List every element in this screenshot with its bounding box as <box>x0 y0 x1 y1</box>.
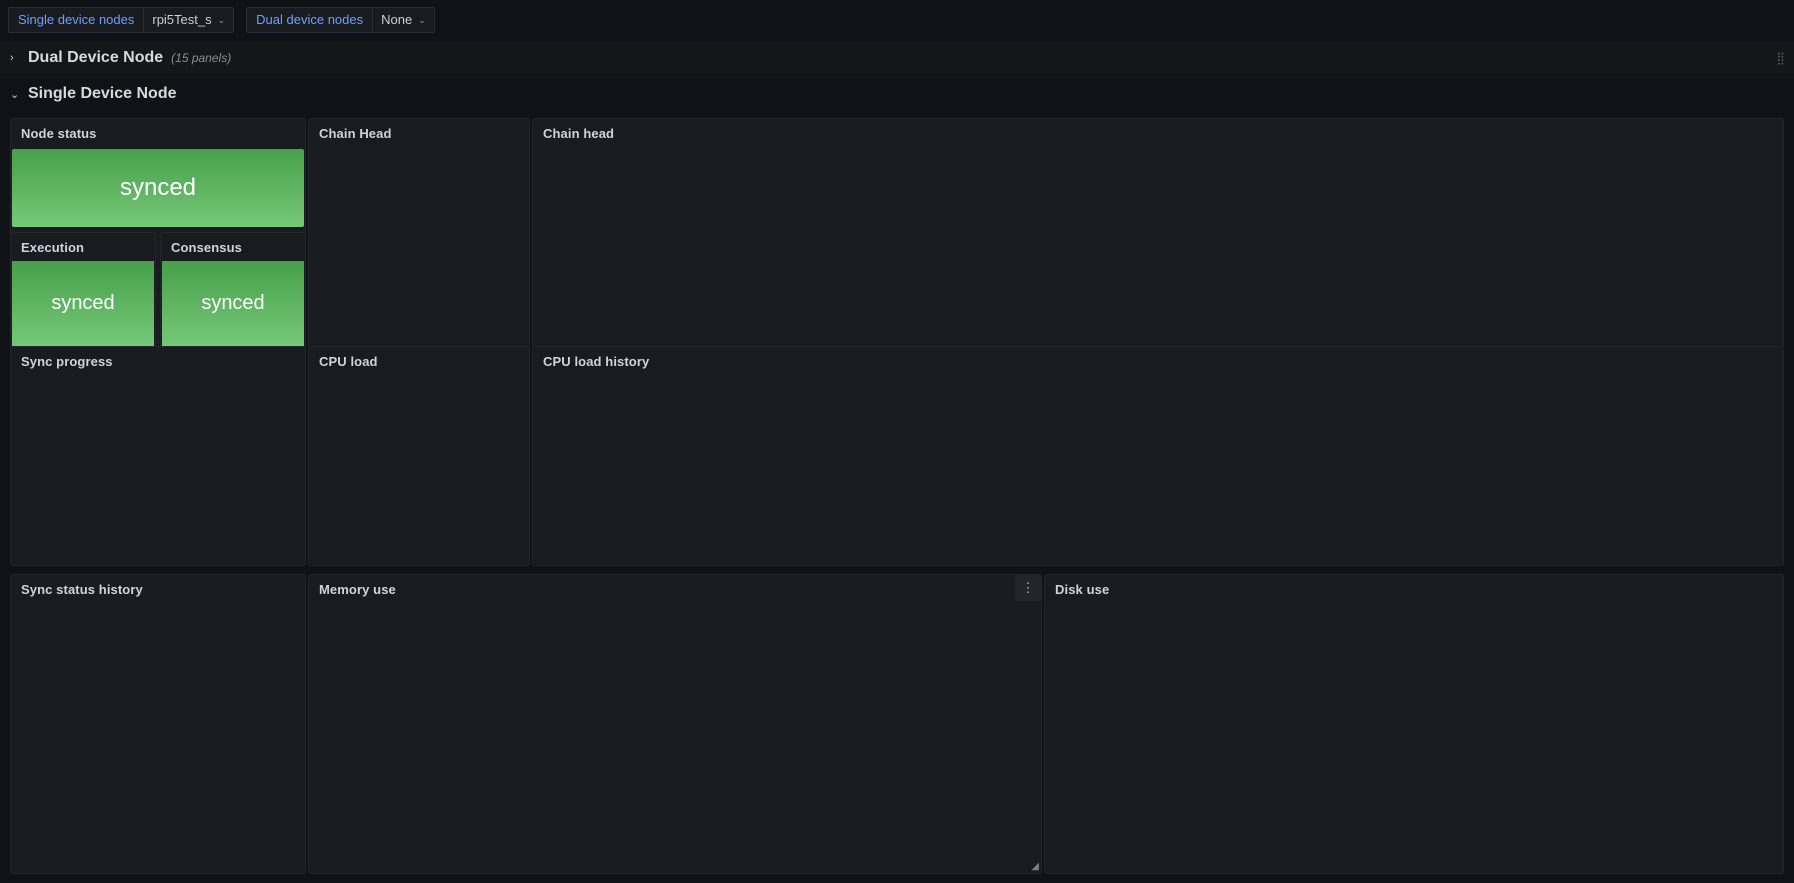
execution-status-text: synced <box>51 292 115 314</box>
consensus-status-text: synced <box>201 292 265 314</box>
chevron-right-icon: › <box>10 52 14 64</box>
row-panel-count: (15 panels) <box>171 51 232 65</box>
panel-chain-head-graph: Chain head <box>532 118 1784 348</box>
gauge-cpu-load <box>309 373 529 565</box>
row-drag-handle-icon[interactable]: ⣿ <box>1776 52 1786 64</box>
variable-value-text-single: rpi5Test_s <box>152 12 212 27</box>
panel-cpu-load: CPU load <box>308 346 530 566</box>
variable-value-text-dual: None <box>381 12 413 27</box>
row-title-single-device-node: Single Device Node <box>28 85 177 102</box>
panel-title-node-status: Node status <box>21 126 97 141</box>
panel-sync-progress: Sync progress <box>10 346 306 566</box>
panel-cpu-load-history: CPU load history <box>532 346 1784 566</box>
variable-label-dual-device-nodes: Dual device nodes <box>246 7 373 33</box>
chart-cpu-load-history <box>533 371 1783 565</box>
variable-value-dual-device-nodes[interactable]: None ⌄ <box>372 7 435 33</box>
panel-consensus: Consensus synced <box>160 232 306 348</box>
panel-title-execution: Execution <box>21 240 85 255</box>
variable-value-single-device-nodes[interactable]: rpi5Test_s ⌄ <box>143 7 235 33</box>
dashboard-page: Single device nodes rpi5Test_s ⌄ Dual de… <box>0 0 1794 883</box>
stat-node-status-value: synced <box>12 149 304 227</box>
panel-title-sync-progress: Sync progress <box>21 354 113 369</box>
row-header-dual-device-node[interactable]: › Dual Device Node (15 panels) ⣿ <box>0 42 1794 74</box>
panel-title-disk-use: Disk use <box>1055 582 1110 597</box>
kebab-menu-icon[interactable]: ⋮ <box>1015 575 1041 601</box>
panel-memory-use: Memory use ⋮ ◢ <box>308 574 1042 874</box>
chart-disk-use <box>1045 599 1783 873</box>
panel-title-cpu-load-history: CPU load history <box>543 354 650 369</box>
variable-label-single-device-nodes: Single device nodes <box>8 7 144 33</box>
panel-title-chain-head-stat: Chain Head <box>319 126 392 141</box>
panel-title-memory-use: Memory use <box>319 582 396 597</box>
panel-title-chain-head-graph: Chain head <box>543 126 615 141</box>
panel-resize-handle[interactable]: ◢ <box>1031 861 1039 872</box>
row-title-dual-device-node: Dual Device Node <box>28 49 164 66</box>
node-status-text: synced <box>119 174 197 201</box>
panel-title-cpu-load: CPU load <box>319 354 378 369</box>
bar-gauge-group-sync-progress <box>19 379 297 559</box>
chevron-down-icon: ⌄ <box>10 88 20 101</box>
chevron-down-icon: ⌄ <box>217 15 226 25</box>
panel-title-sync-status-history: Sync status history <box>21 582 143 597</box>
panel-sync-status-history: Sync status history <box>10 574 306 874</box>
stat-consensus-value: synced <box>162 261 304 346</box>
chevron-down-icon: ⌄ <box>418 15 426 25</box>
chart-memory-use <box>309 599 1041 833</box>
variable-single-device-nodes[interactable]: Single device nodes rpi5Test_s ⌄ <box>8 7 235 33</box>
panel-execution: Execution synced <box>10 232 156 348</box>
chart-chain-head <box>533 143 1783 347</box>
stat-execution-value: synced <box>12 261 154 346</box>
template-variable-bar: Single device nodes rpi5Test_s ⌄ Dual de… <box>0 0 1794 40</box>
panel-title-consensus: Consensus <box>171 240 242 255</box>
variable-dual-device-nodes[interactable]: Dual device nodes None ⌄ <box>246 7 435 33</box>
panel-chain-head-stat: Chain Head 19832103 <box>308 118 530 348</box>
panel-disk-use: Disk use <box>1044 574 1784 874</box>
row-header-single-device-node[interactable]: ⌄ Single Device Node <box>0 78 1794 110</box>
chart-sync-status-history <box>11 599 305 873</box>
